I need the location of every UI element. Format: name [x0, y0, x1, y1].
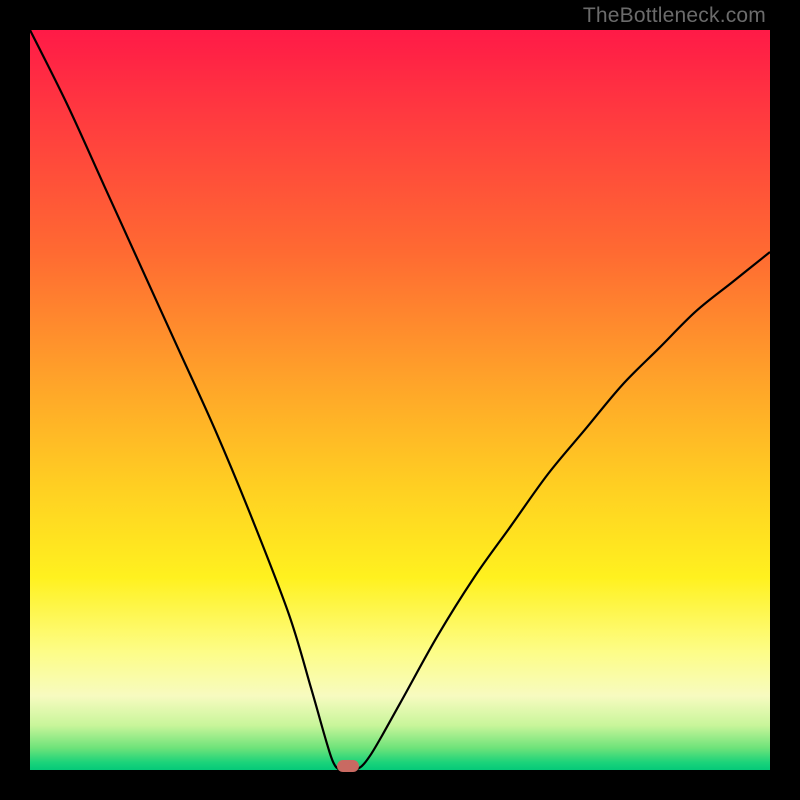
- optimum-marker: [337, 760, 359, 772]
- bottleneck-curve: [30, 30, 770, 770]
- curve-path: [30, 30, 770, 771]
- chart-frame: TheBottleneck.com: [0, 0, 800, 800]
- watermark-text: TheBottleneck.com: [583, 4, 766, 28]
- plot-area: [30, 30, 770, 770]
